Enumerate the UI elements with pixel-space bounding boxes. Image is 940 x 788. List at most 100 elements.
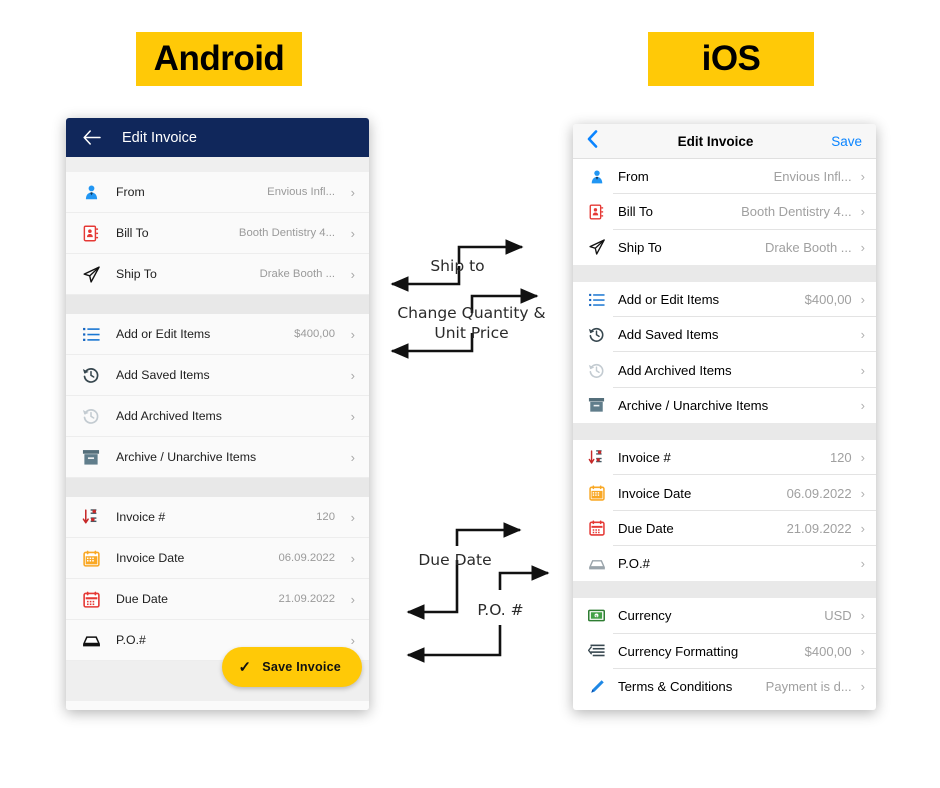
ios-row-due-date[interactable]: Due Date 21.09.2022 › xyxy=(573,510,876,547)
save-invoice-button-label: Save Invoice xyxy=(262,660,341,674)
android-row-value: 120 xyxy=(316,511,335,523)
android-row-add-or-edit-items[interactable]: Add or Edit Items $400,00 › xyxy=(66,314,369,355)
android-row-label: P.O.# xyxy=(116,633,146,647)
ios-row-invoice-number[interactable]: Invoice # 120 › xyxy=(573,440,876,476)
chevron-right-icon: › xyxy=(860,397,865,413)
ios-row-invoice-date[interactable]: Invoice Date 06.09.2022 › xyxy=(573,475,876,511)
android-section-gap xyxy=(66,295,369,314)
paper-plane-icon xyxy=(586,237,607,258)
ios-row-value: 21.09.2022 xyxy=(786,520,852,536)
chevron-right-icon: › xyxy=(860,485,865,501)
inbox-icon xyxy=(80,629,102,651)
banknote-icon: $ xyxy=(586,605,607,626)
ios-row-label: Terms & Conditions xyxy=(618,679,733,694)
ios-row-value: USD xyxy=(824,608,852,624)
chevron-right-icon: › xyxy=(350,509,355,525)
ios-row-add-saved-items[interactable]: Add Saved Items › xyxy=(573,317,876,353)
android-row-label: Add or Edit Items xyxy=(116,327,211,341)
ios-row-currency-formatting[interactable]: Currency Formatting $400,00 › xyxy=(573,633,876,670)
person-blue-icon xyxy=(586,166,607,187)
android-row-add-saved-items[interactable]: Add Saved Items › xyxy=(66,355,369,396)
platform-badge-ios: iOS xyxy=(648,32,814,86)
ios-row-add-or-edit-items[interactable]: Add or Edit Items $400,00 › xyxy=(573,281,876,318)
text-format-icon xyxy=(586,641,607,662)
save-invoice-button[interactable]: ✓ Save Invoice xyxy=(221,647,362,687)
android-row-value: $400,00 xyxy=(294,328,335,340)
android-page-title: Edit Invoice xyxy=(122,129,197,146)
ios-row-label: Currency xyxy=(618,608,672,624)
ios-row-label: From xyxy=(618,169,649,185)
ios-row-ship-to[interactable]: Ship To Drake Booth ... › xyxy=(573,229,876,265)
chevron-right-icon: › xyxy=(860,679,865,694)
ios-row-from[interactable]: From Envious Infl... › xyxy=(573,159,876,195)
annotation-label-change-quantity-line2: Unit Price xyxy=(434,324,509,342)
android-section-gap xyxy=(66,478,369,497)
calendar-red-icon xyxy=(80,588,102,610)
contact-card-icon xyxy=(586,201,607,222)
list-icon xyxy=(586,289,607,310)
chevron-right-icon: › xyxy=(860,556,865,572)
ios-row-add-archived-items[interactable]: Add Archived Items › xyxy=(573,352,876,389)
android-footer-bar: ✓ Save Invoice xyxy=(66,647,369,701)
android-row-invoice-number[interactable]: Invoice # 120 › xyxy=(66,497,369,538)
chevron-right-icon: › xyxy=(350,449,355,465)
ios-row-po-number[interactable]: P.O.# › xyxy=(573,545,876,582)
calendar-orange-icon xyxy=(586,483,607,504)
archive-box-icon xyxy=(80,446,102,468)
android-row-invoice-date[interactable]: Invoice Date 06.09.2022 › xyxy=(66,538,369,579)
android-row-label: Bill To xyxy=(116,226,149,240)
ios-save-button[interactable]: Save xyxy=(822,134,862,149)
ios-row-label: P.O.# xyxy=(618,556,651,572)
annotation-label-ship-to: Ship to xyxy=(430,257,485,275)
android-row-label: Add Saved Items xyxy=(116,368,210,382)
sort-numeric-icon xyxy=(80,506,102,528)
chevron-right-icon: › xyxy=(350,591,355,607)
history-dim-icon xyxy=(80,405,102,427)
ios-row-label: Add Archived Items xyxy=(618,362,732,378)
chevron-right-icon: › xyxy=(350,326,355,342)
platform-badge-ios-label: iOS xyxy=(701,39,761,78)
android-row-add-archived-items[interactable]: Add Archived Items › xyxy=(66,396,369,437)
android-row-archive-unarchive-items[interactable]: Archive / Unarchive Items › xyxy=(66,437,369,478)
archive-box-icon xyxy=(586,395,607,416)
ios-row-bill-to[interactable]: Bill To Booth Dentistry 4... › xyxy=(573,194,876,230)
chevron-right-icon: › xyxy=(860,239,865,255)
android-row-value: Booth Dentistry 4... xyxy=(238,227,335,239)
android-row-value: 21.09.2022 xyxy=(278,593,335,605)
chevron-right-icon: › xyxy=(860,292,865,308)
chevron-left-icon[interactable] xyxy=(587,130,609,152)
history-icon xyxy=(80,364,102,386)
android-settings-list: From Envious Infl... › Bill To Booth Den… xyxy=(66,157,369,710)
person-blue-icon xyxy=(80,181,102,203)
ios-row-label: Bill To xyxy=(618,204,653,220)
chevron-right-icon: › xyxy=(350,184,355,200)
ios-row-currency[interactable]: $ Currency USD › xyxy=(573,598,876,634)
ios-row-label: Invoice Date xyxy=(618,485,692,501)
android-row-value: 06.09.2022 xyxy=(278,552,335,564)
android-row-label: Archive / Unarchive Items xyxy=(116,450,257,464)
calendar-orange-icon xyxy=(80,547,102,569)
ios-row-label: Add Saved Items xyxy=(618,327,719,343)
android-row-due-date[interactable]: Due Date 21.09.2022 › xyxy=(66,579,369,620)
ios-row-value: 120 xyxy=(829,450,852,466)
check-icon: ✓ xyxy=(238,658,252,676)
arrow-left-icon[interactable] xyxy=(82,128,102,148)
ios-row-label: Ship To xyxy=(618,239,662,255)
chevron-right-icon: › xyxy=(350,266,355,282)
ios-row-label: Currency Formatting xyxy=(618,643,739,659)
ios-row-value: 06.09.2022 xyxy=(786,485,852,501)
android-app-bar: Edit Invoice xyxy=(66,118,369,157)
android-row-bill-to[interactable]: Bill To Booth Dentistry 4... › xyxy=(66,213,369,254)
annotation-label-po-number: P.O. # xyxy=(477,601,524,619)
chevron-right-icon: › xyxy=(860,520,865,536)
ios-row-terms-conditions[interactable]: Terms & Conditions Payment is d... › xyxy=(573,668,876,705)
ios-row-label: Add or Edit Items xyxy=(618,292,720,308)
android-row-from[interactable]: From Envious Infl... › xyxy=(66,172,369,213)
chevron-right-icon: › xyxy=(860,327,865,343)
ios-row-archive-unarchive-items[interactable]: Archive / Unarchive Items › xyxy=(573,387,876,424)
sort-numeric-icon xyxy=(586,447,607,468)
ios-row-value: Envious Infl... xyxy=(773,169,852,185)
android-row-ship-to[interactable]: Ship To Drake Booth ... › xyxy=(66,254,369,295)
annotation-arrow-due-date xyxy=(406,522,522,620)
ios-section-gap xyxy=(573,581,876,599)
